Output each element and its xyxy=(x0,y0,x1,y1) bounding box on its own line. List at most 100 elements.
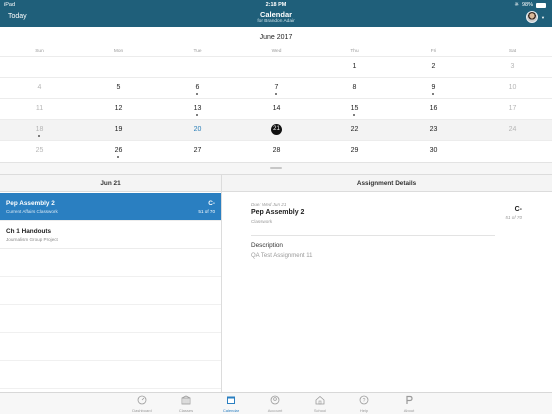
day-cell[interactable]: 28 xyxy=(237,141,316,161)
day-number xyxy=(192,61,203,72)
day-cell[interactable]: 1 xyxy=(315,57,394,77)
details-divider xyxy=(251,235,495,236)
day-number: 9 xyxy=(431,84,436,91)
day-number: 14 xyxy=(272,105,281,112)
day-number: 29 xyxy=(350,147,359,154)
day-number xyxy=(507,145,518,156)
list-item[interactable]: Pep Assembly 2 Current Affairs Classwork C… xyxy=(0,193,221,221)
tab-dashboard[interactable]: Dashboard xyxy=(120,395,164,414)
day-cell[interactable]: 5 xyxy=(79,78,158,98)
day-cell-selected[interactable]: 21 xyxy=(237,120,316,140)
status-time: 2:18 PM xyxy=(265,2,287,8)
day-cell[interactable]: 30 xyxy=(394,141,473,161)
list-item[interactable]: Ch 1 Handouts Journalism Group Project xyxy=(0,221,221,249)
day-cell[interactable]: 2 xyxy=(394,57,473,77)
day-number: 1 xyxy=(352,63,357,70)
item-score: 51 of 70 xyxy=(198,209,215,214)
day-cell[interactable]: 4 xyxy=(0,78,79,98)
week-row: 25 26 27 28 29 30 xyxy=(0,140,552,161)
tab-label: Classes xyxy=(178,408,194,413)
school-icon xyxy=(315,395,325,405)
event-dot-icon xyxy=(38,135,40,137)
day-cell[interactable]: 22 xyxy=(315,120,394,140)
day-cell[interactable]: 13 xyxy=(158,99,237,119)
item-title: Pep Assembly 2 xyxy=(6,200,55,207)
tab-school[interactable]: School xyxy=(298,395,342,414)
tab-account[interactable]: Account xyxy=(253,395,297,414)
day-cell[interactable]: 11 xyxy=(0,99,79,119)
day-cell[interactable]: 15 xyxy=(315,99,394,119)
month-title: June 2017 xyxy=(259,34,293,41)
day-number: 24 xyxy=(508,126,517,133)
day-cell[interactable]: 12 xyxy=(79,99,158,119)
week-row: 11 12 13 14 15 16 17 xyxy=(0,98,552,119)
day-cell[interactable]: 24 xyxy=(473,120,552,140)
tab-classes[interactable]: Classes xyxy=(164,395,208,414)
day-number: 7 xyxy=(274,84,279,91)
description-text: QA Test Assignment 11 xyxy=(251,253,313,259)
empty-list-row xyxy=(0,305,221,333)
avatar[interactable] xyxy=(526,11,538,23)
tab-label: Help xyxy=(359,408,369,413)
description-label: Description xyxy=(251,242,283,249)
status-right: ※ 98% xyxy=(514,2,546,8)
tab-bar: Dashboard Classes Calendar Account School? He… xyxy=(0,392,552,414)
day-number: 22 xyxy=(350,126,359,133)
day-number: 15 xyxy=(350,105,359,112)
event-dot-icon xyxy=(196,93,198,95)
day-cell[interactable]: 8 xyxy=(315,78,394,98)
day-cell[interactable]: 26 xyxy=(79,141,158,161)
due-date: Due: Wed Jun 21 xyxy=(251,202,287,207)
day-cell xyxy=(158,57,237,77)
day-number: 18 xyxy=(35,126,44,133)
day-number: 2 xyxy=(431,63,436,70)
calendar-icon xyxy=(227,396,235,404)
day-cell xyxy=(79,57,158,77)
bluetooth-icon: ※ xyxy=(514,2,519,8)
tab-help[interactable]: ? Help xyxy=(342,395,386,414)
day-cell[interactable]: 14 xyxy=(237,99,316,119)
event-dot-icon xyxy=(117,156,119,158)
day-cell[interactable]: 29 xyxy=(315,141,394,161)
tab-about[interactable]: About xyxy=(387,395,431,414)
day-cell[interactable]: 25 xyxy=(0,141,79,161)
drag-handle-icon[interactable] xyxy=(270,167,282,169)
pane-headers: Jun 21 Assignment Details xyxy=(0,174,552,192)
day-cell[interactable]: 18 xyxy=(0,120,79,140)
day-number: 25 xyxy=(35,147,44,154)
chevron-down-icon[interactable]: ▼ xyxy=(541,15,545,20)
day-number: 26 xyxy=(114,147,123,154)
tab-calendar[interactable]: Calendar xyxy=(209,395,253,414)
month-grid: 1 2 3 4 5 6 7 8 9 10 11 12 13 14 15 16 17 18 19 20 21 22 23 24 2… xyxy=(0,56,552,161)
weekday-label: Wed xyxy=(271,49,282,54)
day-number: 12 xyxy=(114,105,123,112)
day-number: 11 xyxy=(35,105,44,112)
day-number xyxy=(34,61,45,72)
help-icon: ? xyxy=(359,395,369,405)
status-bar: iPad 2:18 PM ※ 98% xyxy=(0,0,552,9)
day-cell xyxy=(237,57,316,77)
day-cell[interactable]: 9 xyxy=(394,78,473,98)
day-cell[interactable]: 19 xyxy=(79,120,158,140)
svg-text:?: ? xyxy=(363,398,366,404)
day-number: 30 xyxy=(429,147,438,154)
assignment-type: Classwork xyxy=(251,219,273,224)
battery-icon xyxy=(536,2,546,8)
day-cell[interactable]: 17 xyxy=(473,99,552,119)
empty-list-row xyxy=(0,361,221,389)
battery-percent: 98% xyxy=(521,2,533,8)
day-cell[interactable]: 27 xyxy=(158,141,237,161)
day-cell[interactable]: 7 xyxy=(237,78,316,98)
tab-label: Account xyxy=(267,408,283,413)
event-dot-icon xyxy=(353,114,355,116)
calendar-resize-bar[interactable] xyxy=(0,162,552,174)
day-cell[interactable]: 10 xyxy=(473,78,552,98)
day-number: 20 xyxy=(193,126,202,133)
day-cell[interactable]: 16 xyxy=(394,99,473,119)
day-number: 16 xyxy=(429,105,438,112)
list-header: Jun 21 xyxy=(100,180,121,187)
day-cell[interactable]: 3 xyxy=(473,57,552,77)
day-cell[interactable]: 20 xyxy=(158,120,237,140)
day-cell[interactable]: 6 xyxy=(158,78,237,98)
day-cell[interactable]: 23 xyxy=(394,120,473,140)
